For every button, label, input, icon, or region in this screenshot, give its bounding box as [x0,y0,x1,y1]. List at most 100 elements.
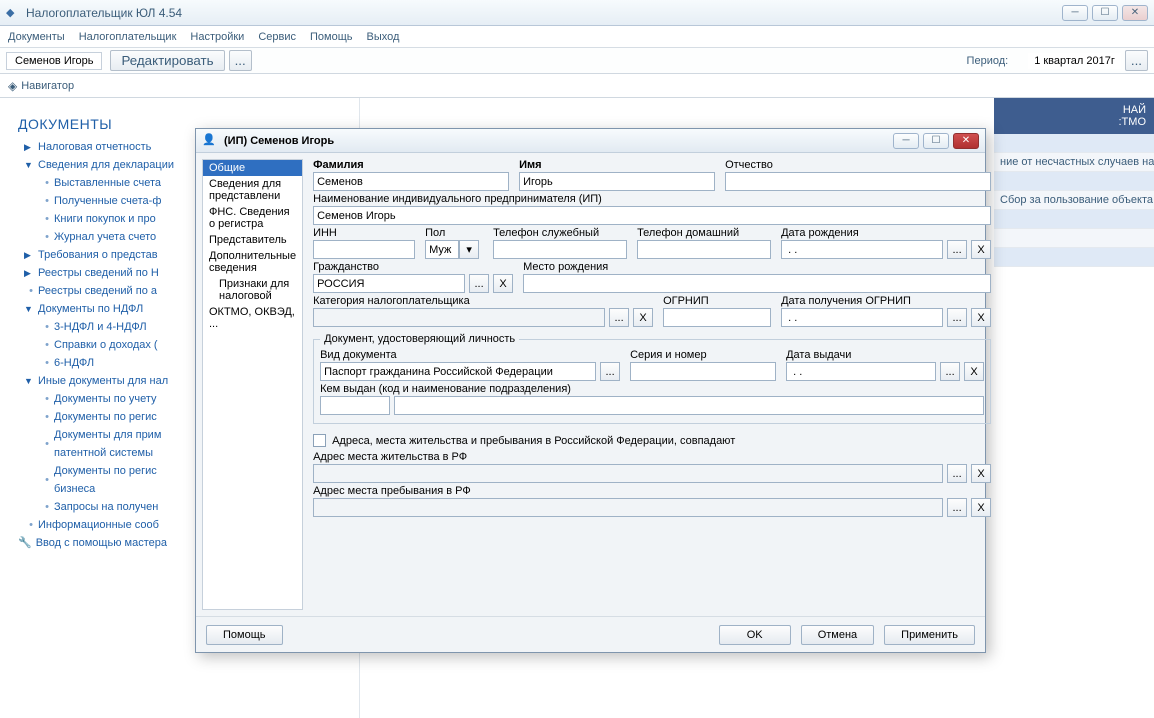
right-list-row[interactable] [994,210,1154,229]
sex-input[interactable] [425,240,459,259]
addr-live-picker-button[interactable]: ... [947,464,967,483]
section-list-item[interactable]: ФНС. Сведения о регистра [203,204,302,232]
issuedate-picker-button[interactable]: ... [940,362,960,381]
label-sex: Пол [425,227,483,239]
navigator-bar[interactable]: ◈ Навигатор [0,74,1154,98]
label-birthplace: Место рождения [523,261,991,273]
middlename-input[interactable] [725,172,991,191]
main-window: ◆ Налогоплательщик ЮЛ 4.54 ─ ☐ ✕ Докумен… [0,0,1154,718]
menu-service[interactable]: Сервис [258,31,296,43]
ogrnipdate-clear-button[interactable]: X [971,308,991,327]
label-issuedate: Дата выдачи [786,349,984,361]
issuedate-clear-button[interactable]: X [964,362,984,381]
label-lastname: Фамилия [313,159,509,171]
addr-live-input[interactable] [313,464,943,483]
identity-document-group: Документ, удостоверяющий личность Вид до… [313,333,991,424]
doctype-input[interactable] [320,362,596,381]
label-ogrnip: ОГРНИП [663,295,771,307]
right-list-row[interactable] [994,248,1154,267]
homephone-input[interactable] [637,240,771,259]
minimize-button[interactable]: ─ [1062,5,1088,21]
category-picker-button[interactable]: ... [609,308,629,327]
content-area: ДОКУМЕНТЫ ▶Налоговая отчетность▼Сведения… [0,98,1154,718]
right-panel: НАЙ :ТМО ние от несчастных случаев на Сб… [994,98,1154,267]
right-list-row[interactable] [994,172,1154,191]
addr-stay-clear-button[interactable]: X [971,498,991,517]
dialog-icon: 👤 [202,133,218,149]
birthplace-input[interactable] [523,274,991,293]
category-input[interactable] [313,308,605,327]
section-list-item[interactable]: ОКТМО, ОКВЭД, ... [203,304,302,332]
birthdate-clear-button[interactable]: X [971,240,991,259]
label-issuedby: Кем выдан (код и наименование подразделе… [320,383,984,395]
current-user-label: Семенов Игорь [6,52,102,70]
taxpayer-dialog: 👤 (ИП) Семенов Игорь ─ ☐ ✕ ОбщиеСведения… [195,128,986,653]
menu-help[interactable]: Помощь [310,31,353,43]
birthdate-picker-button[interactable]: ... [947,240,967,259]
series-input[interactable] [630,362,776,381]
section-list-item[interactable]: Сведения для представлени [203,176,302,204]
citizenship-input[interactable] [313,274,465,293]
dialog-close-button[interactable]: ✕ [953,133,979,149]
cancel-button[interactable]: Отмена [801,625,874,645]
dialog-minimize-button[interactable]: ─ [893,133,919,149]
citizenship-clear-button[interactable]: X [493,274,513,293]
right-header: НАЙ :ТМО [994,98,1154,134]
firstname-input[interactable] [519,172,715,191]
help-button[interactable]: Помощь [206,625,283,645]
section-list-item[interactable]: Признаки для налоговой [203,276,302,304]
label-addresses-same: Адреса, места жительства и пребывания в … [332,435,735,447]
addr-live-clear-button[interactable]: X [971,464,991,483]
menu-documents[interactable]: Документы [8,31,65,43]
label-addr-stay: Адрес места пребывания в РФ [313,485,991,497]
apply-button[interactable]: Применить [884,625,975,645]
issuedby-code-input[interactable] [320,396,390,415]
addr-stay-picker-button[interactable]: ... [947,498,967,517]
inn-input[interactable] [313,240,415,259]
birthdate-input[interactable] [781,240,943,259]
ipname-input[interactable] [313,206,991,225]
app-title: Налогоплательщик ЮЛ 4.54 [26,6,1062,20]
workphone-input[interactable] [493,240,627,259]
edit-button[interactable]: Редактировать [110,50,224,71]
period-value: 1 квартал 2017г [1028,53,1121,69]
addresses-same-checkbox[interactable] [313,434,326,447]
category-clear-button[interactable]: X [633,308,653,327]
dialog-title-bar: 👤 (ИП) Семенов Игорь ─ ☐ ✕ [196,129,985,153]
section-list-item[interactable]: Общие [203,160,302,176]
issuedate-input[interactable] [786,362,936,381]
label-ipname: Наименование индивидуального предпринима… [313,193,991,205]
section-list-item[interactable]: Дополнительные сведения [203,248,302,276]
more-button[interactable]: ... [229,50,252,71]
label-inn: ИНН [313,227,415,239]
doctype-picker-button[interactable]: ... [600,362,620,381]
identity-document-legend: Документ, удостоверяющий личность [320,333,519,345]
right-list-row[interactable]: Сбор за пользование объекта [994,191,1154,210]
app-icon: ◆ [6,6,20,20]
citizenship-picker-button[interactable]: ... [469,274,489,293]
right-list-row[interactable] [994,134,1154,153]
addr-stay-input[interactable] [313,498,943,517]
right-list-row[interactable]: ние от несчастных случаев на [994,153,1154,172]
right-list-row[interactable] [994,229,1154,248]
menu-exit[interactable]: Выход [367,31,400,43]
menu-taxpayer[interactable]: Налогоплательщик [79,31,177,43]
dialog-form: Фамилия Имя Отчество [303,159,997,610]
close-button[interactable]: ✕ [1122,5,1148,21]
sub-toolbar: Семенов Игорь Редактировать ... Период: … [0,48,1154,74]
menu-settings[interactable]: Настройки [190,31,244,43]
label-middlename: Отчество [725,159,991,171]
ogrnipdate-picker-button[interactable]: ... [947,308,967,327]
dialog-maximize-button[interactable]: ☐ [923,133,949,149]
lastname-input[interactable] [313,172,509,191]
dialog-footer: Помощь OK Отмена Применить [196,616,985,652]
period-more-button[interactable]: ... [1125,50,1148,71]
ok-button[interactable]: OK [719,625,791,645]
ogrnipdate-input[interactable] [781,308,943,327]
issuedby-name-input[interactable] [394,396,984,415]
maximize-button[interactable]: ☐ [1092,5,1118,21]
ogrnip-input[interactable] [663,308,771,327]
section-list-item[interactable]: Представитель [203,232,302,248]
sex-dropdown-button[interactable]: ▾ [459,240,479,259]
dialog-section-list[interactable]: ОбщиеСведения для представлениФНС. Сведе… [202,159,303,610]
